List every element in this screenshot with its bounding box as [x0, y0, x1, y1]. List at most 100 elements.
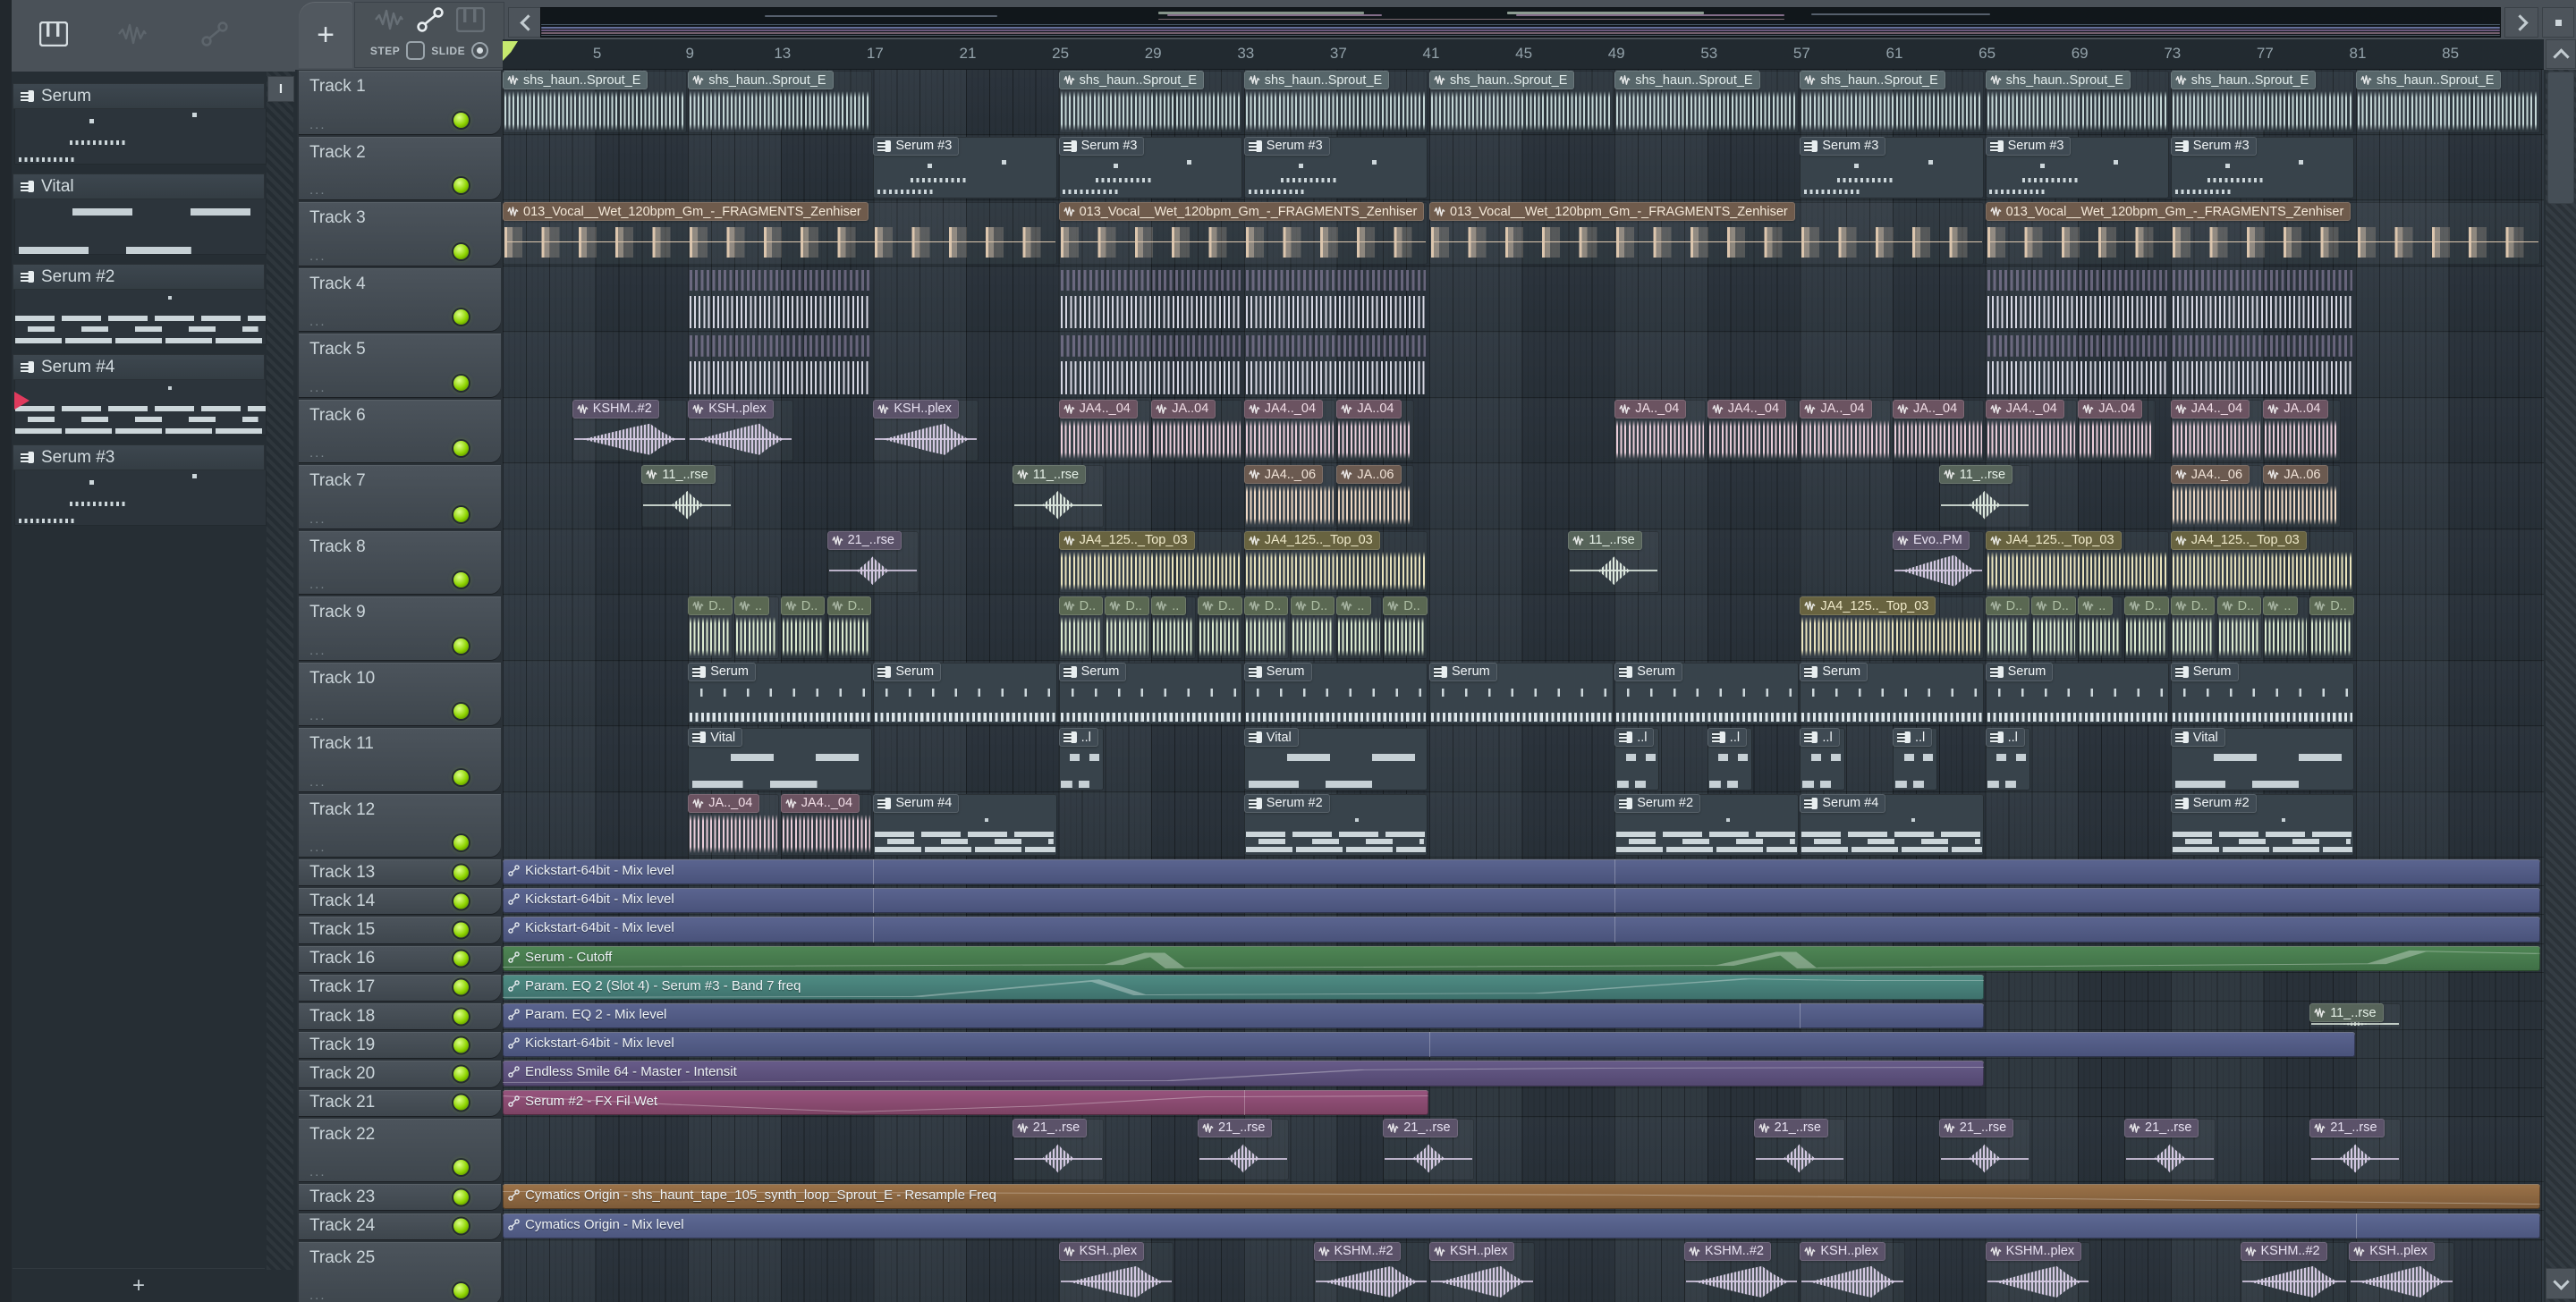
- track-mute-led[interactable]: [453, 1160, 469, 1176]
- automation-clip[interactable]: Serum #2 - FX Fil Wet: [503, 1089, 1428, 1115]
- audio-clip[interactable]: D..: [1985, 596, 2030, 659]
- audio-clip[interactable]: 21_..rse: [1753, 1118, 1845, 1181]
- track-mute-led[interactable]: [453, 893, 469, 909]
- audio-clip[interactable]: 21_..rse: [1383, 1118, 1475, 1181]
- track-mute-led[interactable]: [453, 1037, 469, 1053]
- audio-clip[interactable]: JA..04: [1151, 399, 1243, 461]
- track-header[interactable]: Track 12...: [299, 793, 501, 857]
- add-pattern-button[interactable]: +: [107, 1273, 170, 1298]
- audio-clip[interactable]: JA4.._06: [2170, 465, 2262, 528]
- audio-clip[interactable]: 013_Vocal__Wet_120bpm_Gm_-_FRAGMENTS_Zen…: [1429, 202, 1985, 265]
- pattern-header[interactable]: Serum #3: [13, 444, 265, 470]
- audio-clip[interactable]: [2171, 268, 2355, 331]
- audio-clip[interactable]: D..: [1105, 596, 1150, 659]
- track-options-dots[interactable]: ...: [309, 643, 326, 658]
- track-options-dots[interactable]: ...: [309, 1164, 326, 1179]
- track-options-dots[interactable]: ...: [309, 708, 326, 723]
- track-mute-led[interactable]: [453, 178, 469, 193]
- audio-clip[interactable]: shs_haun..Sprout_E: [2356, 71, 2540, 133]
- audio-clip[interactable]: D..: [1198, 596, 1243, 659]
- track-header[interactable]: Track 6...: [299, 399, 501, 462]
- track-options-dots[interactable]: ...: [309, 314, 326, 329]
- timeline-ruler[interactable]: 5 9 13 17 21 25 29 33 37 41 45 49 53 57 61 65 69 73 77 81 85: [503, 39, 2544, 70]
- track-mute-led[interactable]: [453, 441, 469, 456]
- audio-clip[interactable]: JA.._04: [1893, 399, 1985, 461]
- audio-clip[interactable]: ..: [1336, 596, 1382, 659]
- track-options-dots[interactable]: ...: [309, 1288, 326, 1302]
- pattern-item[interactable]: Serum #4: [13, 354, 267, 435]
- track-header[interactable]: Track 18: [299, 1003, 501, 1030]
- audio-clip[interactable]: 21_..rse: [2124, 1118, 2216, 1181]
- step-checkbox[interactable]: [406, 41, 426, 60]
- piano-roll-icon[interactable]: [456, 6, 486, 37]
- track-mute-led[interactable]: [453, 572, 469, 588]
- pattern-clip[interactable]: Serum #3: [1800, 136, 1985, 199]
- automation-clip[interactable]: Endless Smile 64 - Master - Intensit: [503, 1061, 1985, 1086]
- pattern-picker-scroll-strip[interactable]: [267, 72, 293, 1270]
- track-header[interactable]: Track 10...: [299, 662, 501, 725]
- pattern-clip[interactable]: Serum: [1985, 662, 2170, 724]
- track-options-dots[interactable]: ...: [309, 840, 326, 855]
- audio-clip[interactable]: D..: [826, 596, 872, 659]
- audio-clip[interactable]: JA4.._04: [1707, 399, 1799, 461]
- audio-clip[interactable]: JA4_125.._Top_03: [1800, 596, 1985, 659]
- pattern-clip[interactable]: ..l: [1058, 728, 1104, 790]
- audio-clip[interactable]: 013_Vocal__Wet_120bpm_Gm_-_FRAGMENTS_Zen…: [1985, 202, 2540, 265]
- pattern-clip[interactable]: Serum #3: [1243, 136, 1428, 199]
- zoom-reset-button[interactable]: [2542, 7, 2574, 38]
- automation-clip[interactable]: Param. EQ 2 - Mix level: [503, 1003, 1985, 1029]
- pattern-clip[interactable]: ..l: [1893, 728, 1938, 790]
- audio-clip[interactable]: JA4_125.._Top_03: [2170, 530, 2355, 593]
- track-mute-led[interactable]: [453, 951, 469, 967]
- pattern-clip[interactable]: Serum #2: [1243, 793, 1428, 856]
- audio-clip[interactable]: JA4_125.._Top_03: [1058, 530, 1243, 593]
- pattern-clip[interactable]: Vital: [688, 728, 872, 790]
- track-mute-led[interactable]: [453, 375, 469, 391]
- audio-clip[interactable]: D..: [1383, 596, 1428, 659]
- audio-clip[interactable]: KSHM..plex: [1985, 1241, 2091, 1302]
- automation-link-icon[interactable]: [416, 6, 445, 38]
- track-mute-led[interactable]: [453, 243, 469, 259]
- track-mute-led[interactable]: [453, 506, 469, 522]
- track-mute-led[interactable]: [453, 1066, 469, 1082]
- audio-clip[interactable]: shs_haun..Sprout_E: [503, 71, 687, 133]
- audio-clip[interactable]: KSHM..#2: [2240, 1241, 2348, 1302]
- playlist-minimap-scrollbar[interactable]: [540, 7, 2501, 38]
- automation-clip[interactable]: Serum - Cutoff: [503, 945, 2540, 971]
- pattern-clip[interactable]: Serum #4: [873, 793, 1058, 856]
- audio-clip[interactable]: JA.._04: [1614, 399, 1707, 461]
- audio-clip[interactable]: shs_haun..Sprout_E: [1429, 71, 1614, 133]
- automation-clip[interactable]: Cymatics Origin - shs_haunt_tape_105_syn…: [503, 1184, 2540, 1210]
- audio-clip[interactable]: ..: [734, 596, 780, 659]
- pattern-clip[interactable]: Serum #4: [1800, 793, 1985, 856]
- audio-clip[interactable]: shs_haun..Sprout_E: [688, 71, 872, 133]
- pattern-item[interactable]: Serum #3: [13, 444, 267, 526]
- track-mute-led[interactable]: [453, 922, 469, 938]
- track-header[interactable]: Track 7...: [299, 465, 501, 528]
- audio-clip[interactable]: 21_..rse: [2309, 1118, 2402, 1181]
- audio-clip[interactable]: [688, 268, 872, 331]
- pattern-clip[interactable]: Serum: [2170, 662, 2355, 724]
- audio-clip[interactable]: JA4.._04: [1058, 399, 1150, 461]
- audio-clip[interactable]: JA4_125.._Top_03: [1243, 530, 1428, 593]
- track-header[interactable]: Track 1...: [299, 71, 501, 134]
- audio-clip[interactable]: 11_..rse: [641, 465, 733, 528]
- audio-clip[interactable]: [1059, 268, 1243, 331]
- track-header[interactable]: Track 2...: [299, 136, 501, 199]
- audio-clip[interactable]: JA4.._06: [1243, 465, 1335, 528]
- audio-clip[interactable]: KSH..plex: [2349, 1241, 2454, 1302]
- audio-clip[interactable]: [688, 334, 872, 396]
- pattern-clip[interactable]: Serum #3: [873, 136, 1058, 199]
- audio-clip[interactable]: KSH..plex: [1429, 1241, 1535, 1302]
- add-playlist-tab-button[interactable]: +: [299, 2, 352, 68]
- audio-clip[interactable]: JA..06: [2263, 465, 2341, 528]
- track-options-dots[interactable]: ...: [309, 445, 326, 461]
- audio-wave-icon[interactable]: [113, 14, 152, 54]
- track-header[interactable]: Track 19: [299, 1032, 501, 1059]
- automation-clip[interactable]: Kickstart-64bit - Mix level: [503, 1032, 2355, 1058]
- audio-clip[interactable]: ..: [1151, 596, 1197, 659]
- track-options-dots[interactable]: ...: [309, 182, 326, 198]
- pattern-clip[interactable]: Serum #3: [2170, 136, 2355, 199]
- audio-clip[interactable]: shs_haun..Sprout_E: [1985, 71, 2170, 133]
- audio-clip[interactable]: D..: [1290, 596, 1335, 659]
